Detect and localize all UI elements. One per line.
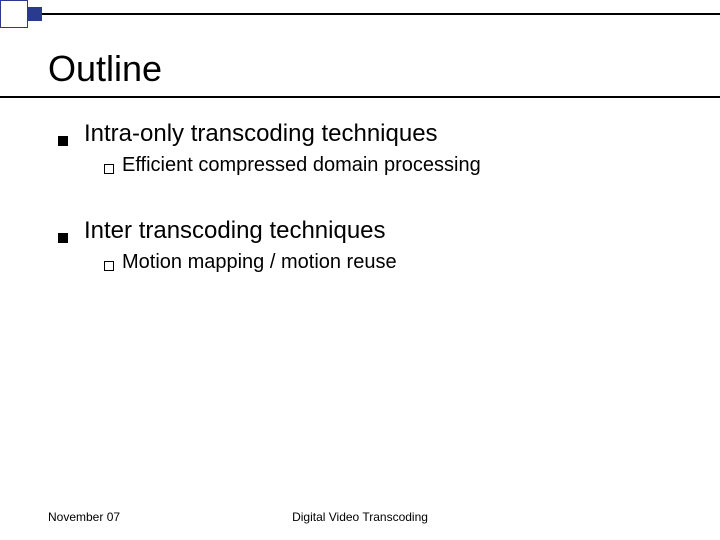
slide-title: Outline — [48, 48, 162, 90]
list-subitem: Efficient compressed domain processing — [104, 154, 680, 177]
list-subitem-text: Motion mapping / motion reuse — [122, 251, 397, 274]
list-item-text: Inter transcoding techniques — [84, 217, 386, 245]
spacer — [58, 195, 680, 217]
list-subitem: Motion mapping / motion reuse — [104, 251, 680, 274]
deco-line — [42, 13, 720, 15]
bullet-hollow-icon — [104, 261, 114, 271]
bullet-filled-icon — [58, 136, 68, 146]
list-item: Inter transcoding techniques — [58, 217, 680, 245]
title-underline — [0, 96, 720, 98]
list-item-text: Intra-only transcoding techniques — [84, 120, 438, 148]
list-subitem-text: Efficient compressed domain processing — [122, 154, 481, 177]
bullet-hollow-icon — [104, 164, 114, 174]
slide-content: Intra-only transcoding techniques Effici… — [58, 120, 680, 292]
footer-title: Digital Video Transcoding — [0, 510, 720, 524]
deco-square-fill — [28, 7, 42, 21]
list-item: Intra-only transcoding techniques — [58, 120, 680, 148]
deco-square-outline — [0, 0, 28, 28]
bullet-filled-icon — [58, 233, 68, 243]
